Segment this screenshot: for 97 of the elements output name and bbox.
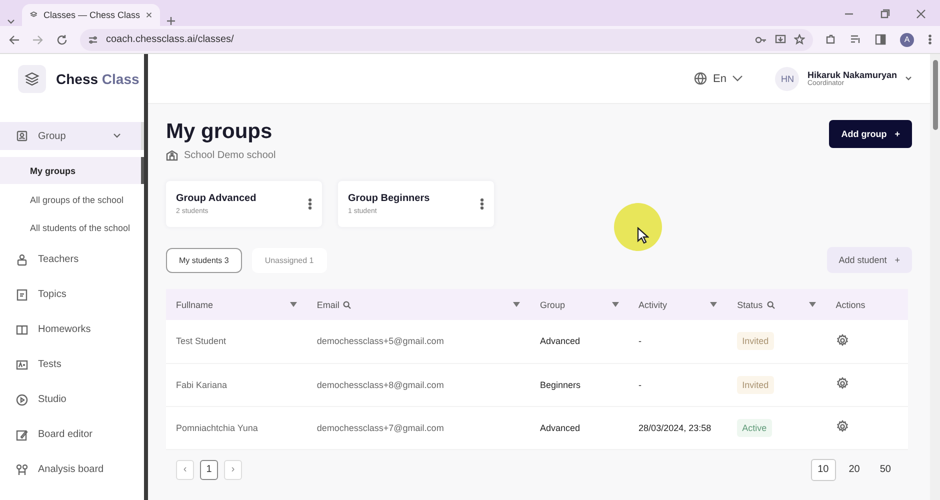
table-cell: Advanced — [530, 320, 629, 363]
sidebar-item[interactable]: Studio — [0, 382, 144, 417]
person-icon — [16, 254, 28, 266]
chess-logo-drawing — [24, 71, 40, 87]
sidebar-item[interactable]: Board editor — [0, 417, 144, 452]
sidebar-item[interactable]: Teachers — [0, 242, 144, 277]
settings-icon[interactable] — [836, 420, 849, 433]
previous-page-button[interactable]: ‹ — [176, 460, 194, 480]
page-button[interactable]: 1 — [200, 460, 218, 480]
status-badge: Invited — [737, 332, 774, 350]
search-icon[interactable] — [766, 300, 775, 308]
profile-avatar[interactable]: A — [900, 32, 914, 46]
key-icon[interactable] — [755, 34, 767, 44]
status-badge: Invited — [737, 376, 774, 394]
sidebar-item[interactable]: Tests — [0, 347, 144, 382]
group-name: Group Advanced — [176, 193, 258, 204]
logo-text: Chess Class — [56, 71, 140, 87]
chevron-icon[interactable] — [905, 76, 912, 81]
sidebar-item[interactable]: Analysis board — [0, 452, 144, 487]
edit-icon — [16, 428, 28, 440]
column-header[interactable]: Fullname — [176, 300, 214, 310]
sort-icon[interactable] — [512, 302, 520, 307]
close-icon[interactable] — [146, 11, 152, 19]
column-header[interactable]: Email — [316, 300, 340, 310]
more-icon[interactable] — [480, 198, 484, 210]
table-cell: - — [628, 363, 728, 406]
user-name: Hikaruk Nakamuryan — [807, 70, 897, 80]
column-header[interactable]: Status — [737, 300, 763, 310]
cursor-icon — [637, 227, 649, 244]
page-title: My groups — [166, 120, 274, 144]
table-cell: Test Student — [166, 320, 307, 363]
grade-icon — [16, 358, 28, 370]
more-icon[interactable] — [928, 34, 932, 45]
site-settings-icon — [88, 34, 98, 44]
sort-icon[interactable] — [808, 302, 816, 307]
column-header[interactable]: Activity — [638, 300, 668, 310]
reload-icon[interactable] — [56, 34, 68, 46]
new-tab-icon[interactable] — [166, 16, 176, 26]
tab[interactable]: My students 3 — [166, 248, 242, 272]
column-header[interactable]: Group — [540, 300, 565, 310]
table-cell: demochessclass+8@gmail.com — [306, 363, 530, 406]
sidebar-subitem[interactable]: All groups of the school — [0, 186, 144, 214]
status-badge: Active — [737, 418, 772, 436]
media-icon[interactable] — [850, 34, 861, 45]
chevron-icon — [113, 133, 121, 139]
sidebar-item[interactable]: Homeworks — [0, 312, 144, 347]
table-cell: - — [628, 320, 728, 363]
column-header[interactable]: Actions — [836, 300, 866, 310]
add-student-button[interactable]: Add student + — [826, 247, 912, 273]
address-bar[interactable]: coach.chessclass.ai/classes/ — [80, 28, 813, 50]
analysis-icon — [16, 464, 28, 476]
globe-icon — [694, 72, 707, 85]
book-icon — [16, 324, 28, 336]
more-icon[interactable] — [308, 198, 312, 210]
sidebar-subitem[interactable]: My groups — [0, 157, 144, 184]
table-cell: Advanced — [530, 406, 629, 449]
close-icon[interactable] — [916, 9, 926, 19]
sidebar-item[interactable]: Group — [0, 122, 144, 150]
side-panel-icon[interactable] — [875, 34, 886, 45]
page-size-option[interactable]: 10 — [810, 458, 836, 480]
star-icon[interactable] — [794, 34, 805, 45]
settings-icon[interactable] — [836, 377, 849, 390]
language-selector[interactable]: En — [688, 71, 750, 86]
settings-icon[interactable] — [836, 334, 849, 347]
school-name: School Demo school — [184, 150, 276, 160]
tab-title: Classes — Chess Class — [43, 10, 140, 20]
next-page-button[interactable]: › — [224, 460, 242, 480]
table-cell: Fabi Kariana — [166, 363, 307, 406]
table-cell: 28/03/2024, 23:58 — [628, 406, 728, 449]
sidebar-subitem[interactable]: All students of the school — [0, 214, 144, 242]
install-icon[interactable] — [775, 34, 786, 45]
back-icon[interactable] — [8, 34, 20, 46]
group-icon — [16, 130, 28, 142]
group-name: Group Beginners — [348, 193, 431, 204]
restore-icon[interactable] — [880, 9, 890, 19]
table-cell: demochessclass+7@gmail.com — [306, 406, 530, 449]
scrollbar[interactable] — [933, 60, 938, 130]
page-size-option[interactable]: 50 — [872, 458, 898, 480]
search-icon[interactable] — [343, 300, 352, 308]
table-cell: Pomniachtchia Yuna — [166, 406, 307, 449]
tab[interactable]: Unassigned 1 — [252, 248, 327, 272]
play-icon — [16, 394, 28, 406]
add-group-button[interactable]: Add group + — [829, 120, 912, 148]
school-icon — [166, 149, 178, 161]
user-avatar[interactable]: HN — [775, 66, 800, 90]
sort-icon[interactable] — [710, 302, 718, 307]
site-icon — [30, 10, 38, 20]
table-cell: Beginners — [530, 363, 629, 406]
page-size-option[interactable]: 20 — [842, 458, 867, 480]
browser-tab[interactable]: Classes — Chess Class — [22, 4, 160, 26]
sort-icon[interactable] — [612, 302, 619, 307]
table-cell: demochessclass+5@gmail.com — [306, 320, 530, 363]
document-icon — [16, 288, 28, 300]
extensions-icon[interactable] — [825, 34, 836, 45]
sort-icon[interactable] — [290, 302, 297, 307]
chevron-icon — [732, 75, 744, 82]
sidebar-item[interactable]: Topics — [0, 277, 144, 312]
